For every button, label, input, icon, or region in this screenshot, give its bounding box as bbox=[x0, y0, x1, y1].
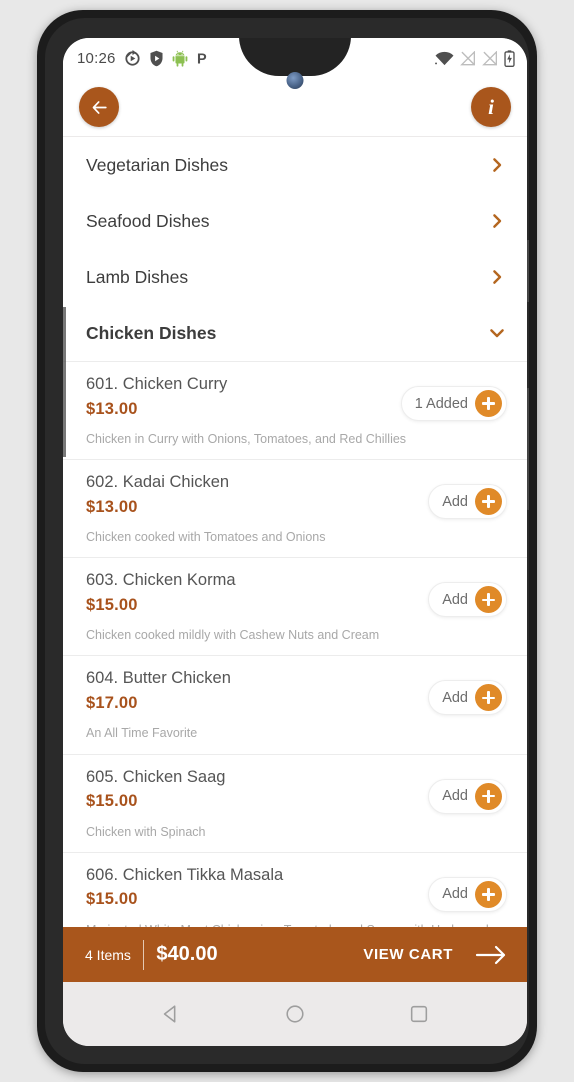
menu-item-price: $15.00 bbox=[86, 595, 138, 614]
scroll-indicator[interactable] bbox=[63, 307, 66, 457]
sync-icon bbox=[124, 49, 140, 66]
android-nav-bar bbox=[63, 982, 527, 1046]
nav-recents-button[interactable] bbox=[408, 1003, 430, 1025]
add-item-button[interactable]: Add bbox=[428, 484, 507, 520]
menu-scroll-area[interactable]: Vegetarian Dishes Seafood Dishes Lamb Di… bbox=[63, 136, 527, 982]
category-label: Seafood Dishes bbox=[86, 210, 210, 231]
category-label: Lamb Dishes bbox=[86, 266, 189, 287]
signal-off-icon bbox=[460, 50, 476, 65]
menu-item-605[interactable]: 605. Chicken Saag $15.00 Add Chicken wit… bbox=[63, 753, 527, 852]
menu-item-601[interactable]: 601. Chicken Curry $13.00 1 Added Chicke… bbox=[63, 361, 527, 460]
category-row-seafood[interactable]: Seafood Dishes bbox=[63, 193, 527, 249]
plus-icon[interactable] bbox=[475, 782, 502, 810]
menu-item-name: 603. Chicken Korma bbox=[86, 571, 236, 590]
p-icon: P bbox=[197, 51, 207, 66]
nav-back-icon bbox=[163, 1005, 176, 1023]
nav-home-button[interactable] bbox=[284, 1003, 306, 1025]
add-item-button[interactable]: Add bbox=[428, 680, 507, 716]
view-cart-label: VIEW CART bbox=[363, 946, 453, 963]
menu-item-name: 606. Chicken Tikka Masala bbox=[86, 865, 284, 884]
status-bar: 10:26 P bbox=[63, 38, 527, 78]
arrow-right-icon bbox=[475, 945, 506, 964]
add-item-label: Add bbox=[442, 689, 468, 706]
menu-item-description: Chicken with Spinach bbox=[86, 824, 206, 839]
nav-back-button[interactable] bbox=[160, 1003, 182, 1025]
add-item-label: Add bbox=[442, 493, 468, 510]
shield-play-icon bbox=[150, 50, 163, 66]
nav-home-icon bbox=[286, 1005, 304, 1023]
cart-divider bbox=[142, 939, 145, 970]
cart-bar[interactable]: 4 Items $40.00 VIEW CART bbox=[63, 927, 527, 982]
arrow-left-icon bbox=[92, 100, 107, 114]
category-row-vegetarian[interactable]: Vegetarian Dishes bbox=[63, 137, 527, 193]
status-bar-right bbox=[435, 49, 515, 67]
signal-off-icon bbox=[482, 50, 498, 65]
add-item-label: Add bbox=[442, 591, 468, 608]
plus-icon[interactable] bbox=[475, 586, 502, 614]
menu-item-name: 601. Chicken Curry bbox=[86, 375, 228, 393]
plus-icon[interactable] bbox=[475, 488, 502, 516]
phone-frame-inner: 10:26 P i Vegetarian Dishes Seafood Dish… bbox=[45, 18, 529, 1064]
nav-recents-icon bbox=[410, 1005, 428, 1023]
phone-frame: 10:26 P i Vegetarian Dishes Seafood Dish… bbox=[37, 10, 537, 1072]
battery-charging-icon bbox=[504, 49, 515, 67]
menu-item-name: 605. Chicken Saag bbox=[86, 767, 226, 786]
chevron-down-icon bbox=[490, 329, 504, 338]
menu-item-price: $13.00 bbox=[86, 399, 138, 418]
menu-item-description: Chicken cooked with Tomatoes and Onions bbox=[86, 530, 326, 545]
category-label: Chicken Dishes bbox=[86, 322, 217, 343]
chevron-right-icon bbox=[493, 214, 502, 228]
add-item-label: Add bbox=[442, 788, 468, 804]
menu-item-603[interactable]: 603. Chicken Korma $15.00 Add Chicken co… bbox=[63, 557, 527, 656]
add-item-label: Add bbox=[442, 886, 468, 903]
add-item-button[interactable]: Add bbox=[428, 778, 507, 814]
menu-item-price: $17.00 bbox=[86, 694, 138, 712]
status-time: 10:26 bbox=[77, 49, 116, 67]
svg-text:P: P bbox=[197, 51, 207, 66]
menu-item-description: Chicken in Curry with Onions, Tomatoes, … bbox=[86, 432, 407, 446]
plus-icon[interactable] bbox=[475, 684, 502, 712]
info-button[interactable]: i bbox=[471, 87, 511, 127]
back-button[interactable] bbox=[79, 87, 119, 127]
chevron-right-icon bbox=[493, 270, 502, 284]
add-item-button[interactable]: 1 Added bbox=[400, 386, 507, 421]
menu-item-name: 602. Kadai Chicken bbox=[86, 473, 230, 492]
menu-item-price: $15.00 bbox=[86, 792, 138, 811]
cart-total: $40.00 bbox=[156, 943, 218, 965]
add-item-button[interactable]: Add bbox=[428, 876, 507, 912]
chevron-right-icon bbox=[493, 158, 502, 172]
menu-item-604[interactable]: 604. Butter Chicken $17.00 Add An All Ti… bbox=[63, 655, 527, 754]
android-robot-icon bbox=[172, 50, 187, 67]
plus-icon[interactable] bbox=[475, 390, 502, 417]
cart-item-count: 4 Items bbox=[85, 946, 131, 963]
plus-icon[interactable] bbox=[475, 880, 502, 908]
add-item-button[interactable]: Add bbox=[428, 582, 507, 618]
category-row-lamb[interactable]: Lamb Dishes bbox=[63, 249, 527, 305]
wifi-icon bbox=[435, 51, 454, 65]
status-bar-left: 10:26 P bbox=[77, 49, 210, 67]
phone-screen: 10:26 P i Vegetarian Dishes Seafood Dish… bbox=[63, 38, 527, 1046]
menu-item-description: An All Time Favorite bbox=[86, 726, 198, 741]
menu-item-602[interactable]: 602. Kadai Chicken $13.00 Add Chicken co… bbox=[63, 459, 527, 558]
menu-item-name: 604. Butter Chicken bbox=[86, 669, 231, 688]
menu-item-price: $13.00 bbox=[86, 497, 138, 516]
app-bar: i bbox=[63, 78, 527, 136]
info-icon: i bbox=[488, 94, 494, 119]
menu-item-description: Chicken cooked mildly with Cashew Nuts a… bbox=[86, 628, 380, 643]
category-label: Vegetarian Dishes bbox=[86, 154, 229, 175]
menu-item-price: $15.00 bbox=[86, 890, 138, 909]
add-item-label: 1 Added bbox=[414, 395, 468, 412]
category-row-chicken[interactable]: Chicken Dishes bbox=[63, 305, 527, 361]
